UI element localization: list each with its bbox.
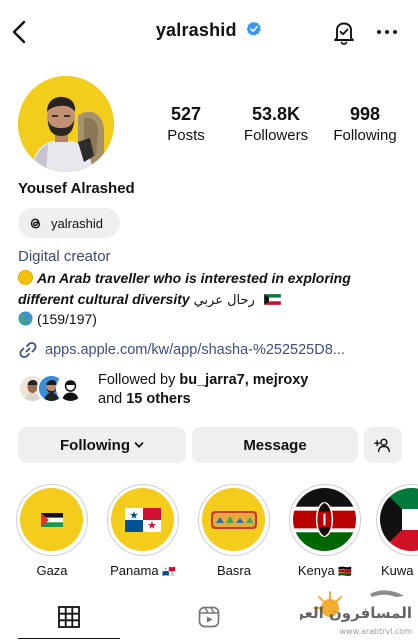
- followed-by-section[interactable]: Followed by bu_jarra7, mejroxy and 15 ot…: [18, 368, 408, 410]
- verified-badge-icon: [246, 21, 262, 36]
- highlight-label-text: Kenya: [297, 563, 335, 578]
- profile-category: Digital creator: [18, 248, 111, 265]
- panama-flag-emoji: 🇵🇦: [162, 566, 176, 578]
- followers-value: 53.8K: [251, 104, 301, 124]
- yellow-circle-emoji-icon: [18, 270, 33, 285]
- profile-link[interactable]: apps.apple.com/kw/app/shasha-%252525D8..…: [18, 340, 345, 360]
- bio-line-2: different cultural diversity رحال عربي: [18, 289, 281, 311]
- followed-by-prefix: Followed by: [98, 372, 176, 388]
- highlight-kuwait[interactable]: Kuwa: [376, 484, 418, 578]
- kuwait-flag-cover-icon: [380, 488, 418, 551]
- bio-arabic-text: رحال عربي: [193, 293, 255, 308]
- full-name: Yousef Alrashed: [18, 180, 135, 197]
- profile-link-text: apps.apple.com/kw/app/shasha-%252525D8..…: [45, 342, 345, 358]
- add-person-icon: [374, 438, 391, 453]
- following-button-label: Following: [60, 436, 130, 454]
- profile-avatar[interactable]: [18, 76, 114, 172]
- kenya-flag-icon: [293, 488, 356, 551]
- threads-handle: yalrashid: [51, 215, 104, 231]
- highlight-cover: [20, 488, 83, 551]
- more-options-button[interactable]: [375, 24, 399, 40]
- highlight-panama[interactable]: Panama 🇵🇦: [103, 484, 183, 578]
- watermark-text: المسافرون العرب: [300, 604, 412, 622]
- following-count[interactable]: 998 Following: [326, 104, 404, 145]
- chevron-down-icon: [134, 442, 144, 448]
- top-bar: yalrashid: [0, 0, 418, 66]
- bio-text-2: different cultural diversity: [18, 291, 190, 307]
- story-highlights: Gaza Panama 🇵🇦 Basra Kenya 🇰🇪 Kuwa: [0, 484, 418, 584]
- tab-posts-grid[interactable]: [58, 606, 80, 628]
- globe-emoji-icon: [18, 311, 33, 326]
- reels-icon: [198, 606, 220, 628]
- bio-line-3: (159/197): [18, 309, 97, 329]
- bio-line-1: An Arab traveller who is interested in e…: [18, 268, 351, 288]
- message-button-label: Message: [243, 436, 307, 454]
- highlight-basra[interactable]: Basra: [194, 484, 274, 578]
- highlight-label-text: Panama: [110, 563, 159, 578]
- highlight-ring: [289, 484, 361, 556]
- watermark-logo: المسافرون العرب www.arabtrvl.com: [280, 590, 412, 636]
- highlight-cover: [380, 488, 418, 551]
- highlight-ring: [198, 484, 270, 556]
- highlight-gaza[interactable]: Gaza: [12, 484, 92, 578]
- active-tab-indicator: [18, 638, 120, 639]
- watermark-url: www.arabtrvl.com: [339, 627, 412, 636]
- highlight-ring: [376, 484, 418, 556]
- follower-avatar-3: [56, 374, 85, 403]
- following-value: 998: [349, 104, 381, 124]
- highlight-label: Kuwa: [381, 563, 414, 578]
- followed-by-users: bu_jarra7, mejroxy: [179, 372, 309, 388]
- kuwait-flag-icon: [263, 294, 281, 305]
- countries-visited: (159/197): [37, 311, 97, 327]
- highlight-label: Basra: [217, 563, 251, 578]
- highlight-label: Panama 🇵🇦: [103, 563, 183, 578]
- threads-badge-button[interactable]: yalrashid: [18, 208, 120, 238]
- highlight-kenya[interactable]: Kenya 🇰🇪: [285, 484, 365, 578]
- highlight-label: Gaza: [36, 563, 68, 578]
- followed-by-and: and: [98, 391, 123, 407]
- highlight-ring: [107, 484, 179, 556]
- posts-label: Posts: [167, 127, 205, 144]
- tab-reels[interactable]: [198, 606, 220, 628]
- followed-by-others: 15 others: [126, 391, 191, 407]
- posts-count[interactable]: 527 Posts: [156, 104, 216, 145]
- bell-check-icon: [334, 22, 354, 45]
- suggest-users-button[interactable]: [364, 427, 402, 463]
- highlight-label: Kenya 🇰🇪: [285, 563, 365, 578]
- bio-text-1: An Arab traveller who is interested in e…: [37, 270, 351, 286]
- notifications-button[interactable]: [331, 19, 357, 45]
- followers-count[interactable]: 53.8K Followers: [236, 104, 316, 145]
- kenya-flag-emoji: 🇰🇪: [338, 566, 353, 578]
- following-button[interactable]: Following: [18, 427, 186, 463]
- grid-icon: [58, 606, 80, 628]
- followed-by-text: Followed by bu_jarra7, mejroxy and 15 ot…: [98, 371, 308, 409]
- highlight-cover: [202, 488, 265, 551]
- panama-flag-icon: [124, 507, 161, 532]
- avatar-portrait: [18, 76, 114, 172]
- posts-value: 527: [170, 104, 202, 124]
- more-horizontal-icon: [377, 30, 397, 34]
- highlight-ring: [16, 484, 88, 556]
- highlight-cover: [293, 488, 356, 551]
- following-label: Following: [333, 127, 397, 144]
- site-watermark: المسافرون العرب www.arabtrvl.com: [280, 578, 418, 640]
- followers-label: Followers: [243, 127, 309, 144]
- threads-icon: [30, 218, 41, 228]
- username: yalrashid: [155, 20, 237, 40]
- link-icon: [19, 341, 37, 359]
- highlight-cover: [111, 488, 174, 551]
- palestine-flag-icon: [40, 512, 63, 527]
- basra-sticker-icon: [210, 510, 257, 529]
- message-button[interactable]: Message: [192, 427, 358, 463]
